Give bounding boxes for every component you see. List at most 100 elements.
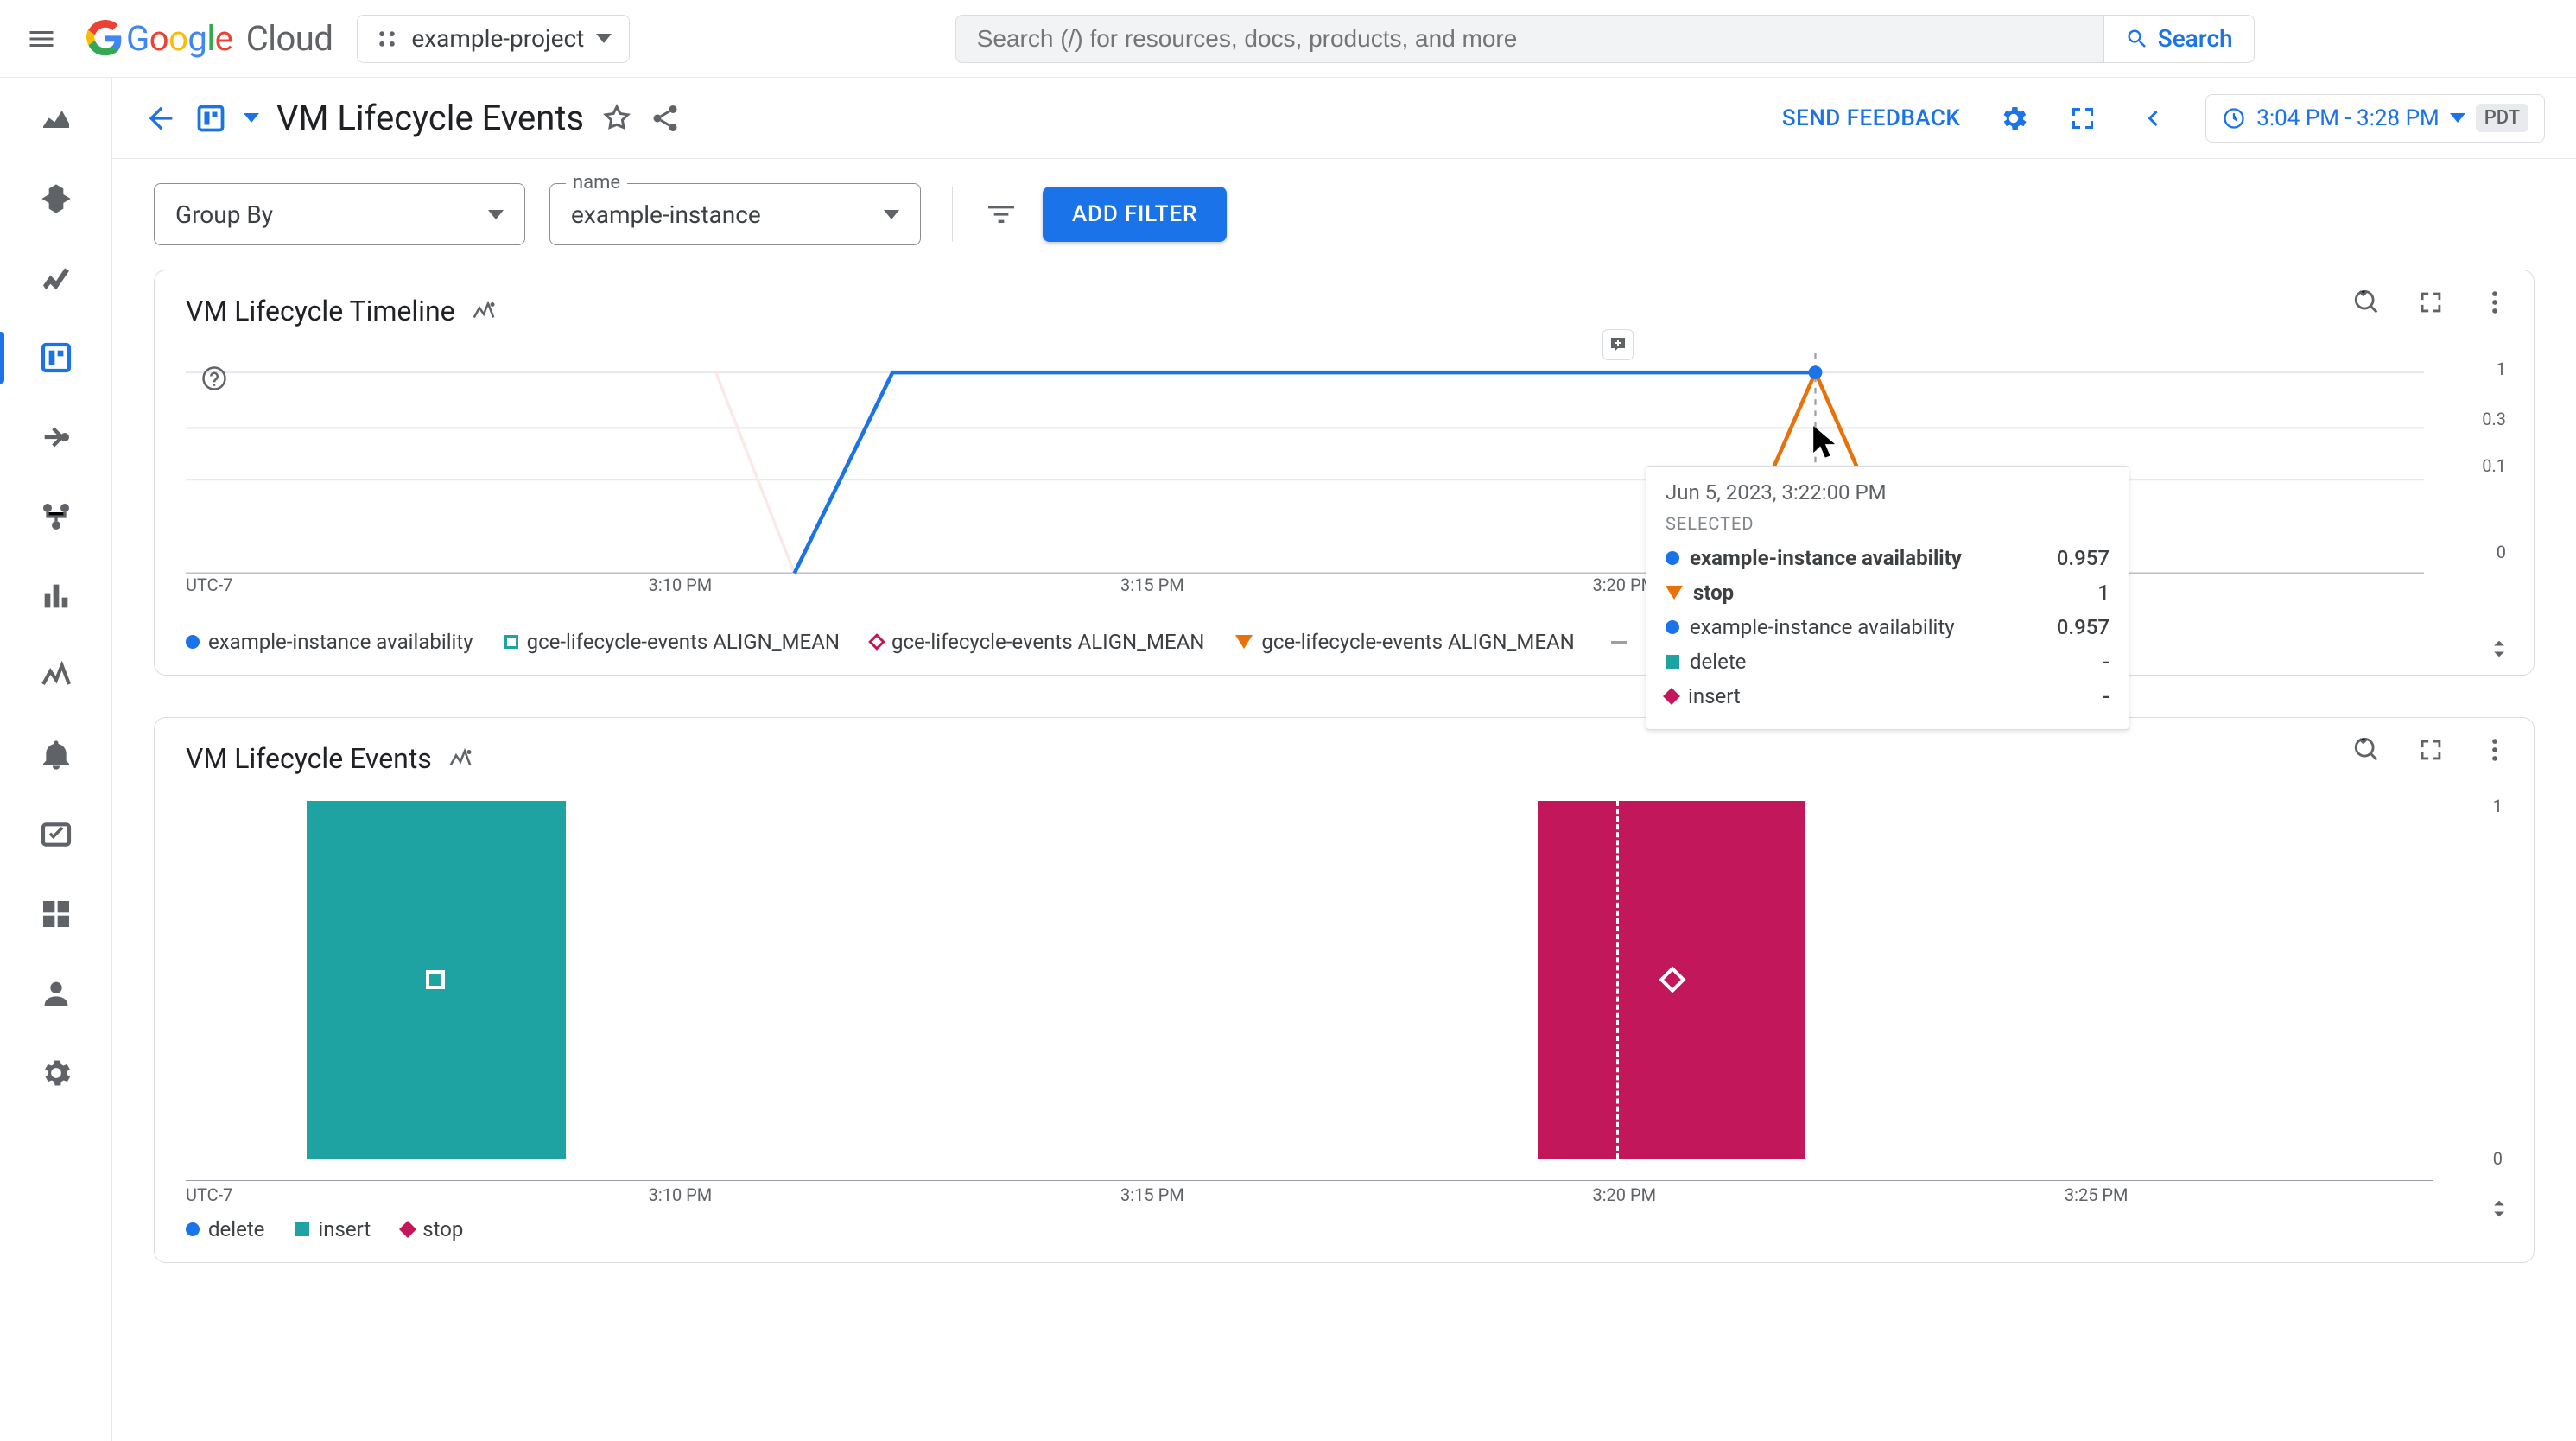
tooltip-name: example-instance availability: [1690, 615, 2046, 639]
google-cloud-logo[interactable]: Google Cloud: [86, 18, 333, 59]
tooltip-name: example-instance availability: [1690, 546, 2046, 570]
name-filter-dropdown[interactable]: name example-instance: [549, 183, 921, 245]
legend-item[interactable]: gce-lifecycle-events ALIGN_MEAN: [504, 630, 840, 654]
nav-hex-icon[interactable]: [39, 181, 73, 216]
star-icon[interactable]: [601, 103, 632, 134]
legend-item[interactable]: delete: [186, 1217, 264, 1241]
legend-label: insert: [318, 1217, 371, 1241]
legend-item[interactable]: gce-lifecycle-events ALIGN_MEAN: [871, 630, 1204, 654]
legend-item[interactable]: insert: [295, 1217, 371, 1241]
add-annotation-icon[interactable]: [1602, 329, 1634, 360]
x-tick: 3:15 PM: [1120, 574, 1184, 595]
x-axis-line: [186, 1180, 2433, 1181]
tooltip-value: 0.957: [2057, 546, 2110, 570]
search-box[interactable]: [955, 15, 2104, 63]
tooltip-value: 0.957: [2057, 615, 2110, 639]
tooltip-name: delete: [1690, 650, 2092, 674]
nav-settings-icon[interactable]: [39, 1056, 73, 1090]
help-icon[interactable]: [201, 365, 227, 391]
nav-metrics-icon[interactable]: [39, 261, 73, 295]
nav-groups-icon[interactable]: [39, 897, 73, 931]
hamburger-menu[interactable]: [21, 18, 62, 60]
search-input[interactable]: [977, 25, 2083, 53]
y-tick: 1: [2497, 359, 2506, 379]
timeline-card: VM Lifecycle Timeline: [154, 270, 2535, 676]
tooltip-name: insert: [1688, 684, 2092, 708]
y-axis-right: 1 0.3 0.1 0: [2446, 353, 2506, 561]
nav-trace-icon[interactable]: [39, 658, 73, 693]
nav-uptime-icon[interactable]: [39, 817, 73, 852]
diamond-icon: [1663, 688, 1680, 705]
nav-user-icon[interactable]: [39, 976, 73, 1011]
menu-icon: [26, 23, 57, 54]
zoom-out-icon[interactable]: [2352, 735, 2382, 765]
tooltip-selected-hdr: SELECTED: [1666, 513, 2110, 534]
tooltip-name: stop: [1693, 581, 2087, 605]
y-tick: 0.1: [2482, 455, 2506, 476]
left-nav: [0, 78, 112, 1441]
fullscreen-icon[interactable]: [2067, 103, 2098, 134]
legend-label: stop: [422, 1217, 463, 1241]
time-nav-prev-icon[interactable]: [2136, 103, 2167, 134]
tooltip-row: stop 1: [1666, 575, 2110, 610]
project-name: example-project: [411, 24, 584, 53]
square-icon: [295, 1222, 309, 1236]
legend-label: gce-lifecycle-events ALIGN_MEAN: [891, 630, 1204, 654]
nav-integrations-icon[interactable]: [39, 420, 73, 454]
more-icon[interactable]: [2480, 735, 2509, 765]
page-header: VM Lifecycle Events SEND FEEDBACK 3:04 P…: [112, 78, 2576, 159]
settings-icon[interactable]: [1998, 103, 2029, 134]
insights-icon[interactable]: [447, 746, 473, 771]
expand-icon[interactable]: [2416, 288, 2446, 317]
legend-item[interactable]: example-instance availability: [186, 630, 473, 654]
name-filter-value: example-instance: [571, 200, 761, 229]
legend-label: gce-lifecycle-events ALIGN_MEAN: [1261, 630, 1574, 654]
project-picker[interactable]: example-project: [357, 15, 630, 63]
search-button[interactable]: Search: [2104, 15, 2255, 63]
nav-services-icon[interactable]: [39, 499, 73, 534]
chevron-down-icon: [488, 210, 504, 219]
share-icon[interactable]: [650, 103, 681, 134]
zoom-out-icon[interactable]: [2352, 288, 2382, 317]
more-icon[interactable]: [2480, 288, 2509, 317]
legend-item[interactable]: gce-lifecycle-events ALIGN_MEAN: [1235, 630, 1574, 654]
time-range-picker[interactable]: 3:04 PM - 3:28 PM PDT: [2205, 94, 2545, 143]
logo-text: Google Cloud: [126, 18, 333, 59]
dashboard-type-icon[interactable]: [195, 103, 226, 134]
x-tick: 3:10 PM: [649, 1184, 713, 1205]
tooltip-time: Jun 5, 2023, 3:22:00 PM: [1666, 480, 2110, 505]
legend-label: gce-lifecycle-events ALIGN_MEAN: [527, 630, 840, 654]
page-title: VM Lifecycle Events: [276, 98, 584, 138]
tooltip-value: -: [2103, 650, 2110, 674]
legend-label: example-instance availability: [208, 630, 473, 654]
timeline-legend: example-instance availability gce-lifecy…: [186, 630, 2503, 654]
tooltip-row: example-instance availability 0.957: [1666, 541, 2110, 575]
legend-item[interactable]: stop: [402, 1217, 463, 1241]
nav-alerting-icon[interactable]: [39, 738, 73, 772]
dashboard-type-dropdown[interactable]: [244, 113, 259, 123]
add-filter-button[interactable]: ADD FILTER: [1043, 187, 1227, 242]
insights-icon[interactable]: [471, 298, 497, 324]
back-button[interactable]: [143, 101, 178, 136]
nav-bar-chart-icon[interactable]: [39, 579, 73, 613]
events-legend: delete insert stop: [186, 1217, 2503, 1241]
legend-expand-icon[interactable]: [2487, 637, 2511, 661]
timeline-chart[interactable]: 1 0.3 0.1 0 UTC-7 3:10 PM 3:15 PM 3:20 P…: [186, 353, 2503, 621]
events-card: VM Lifecycle Events: [154, 717, 2535, 1263]
divider: [952, 187, 953, 242]
nav-monitoring-icon[interactable]: [39, 102, 73, 136]
events-chart[interactable]: 1 0 UTC-7 3:10 PM 3:15 PM 3:20 PM 3:25 P…: [186, 801, 2503, 1181]
nav-dashboards-icon[interactable]: [39, 340, 73, 375]
dot-icon: [1666, 551, 1679, 565]
group-by-label: Group By: [175, 200, 273, 229]
legend-item[interactable]: [1606, 641, 1627, 644]
cards: VM Lifecycle Timeline: [112, 270, 2576, 1298]
square-marker: [426, 970, 445, 989]
group-by-dropdown[interactable]: Group By: [154, 183, 525, 245]
legend-expand-icon[interactable]: [2487, 1197, 2511, 1221]
x-tick: 3:20 PM: [1592, 1184, 1656, 1205]
crosshair: [1616, 801, 1619, 1159]
send-feedback-button[interactable]: SEND FEEDBACK: [1782, 105, 1960, 131]
filter-list-icon[interactable]: [984, 197, 1018, 232]
expand-icon[interactable]: [2416, 735, 2446, 765]
